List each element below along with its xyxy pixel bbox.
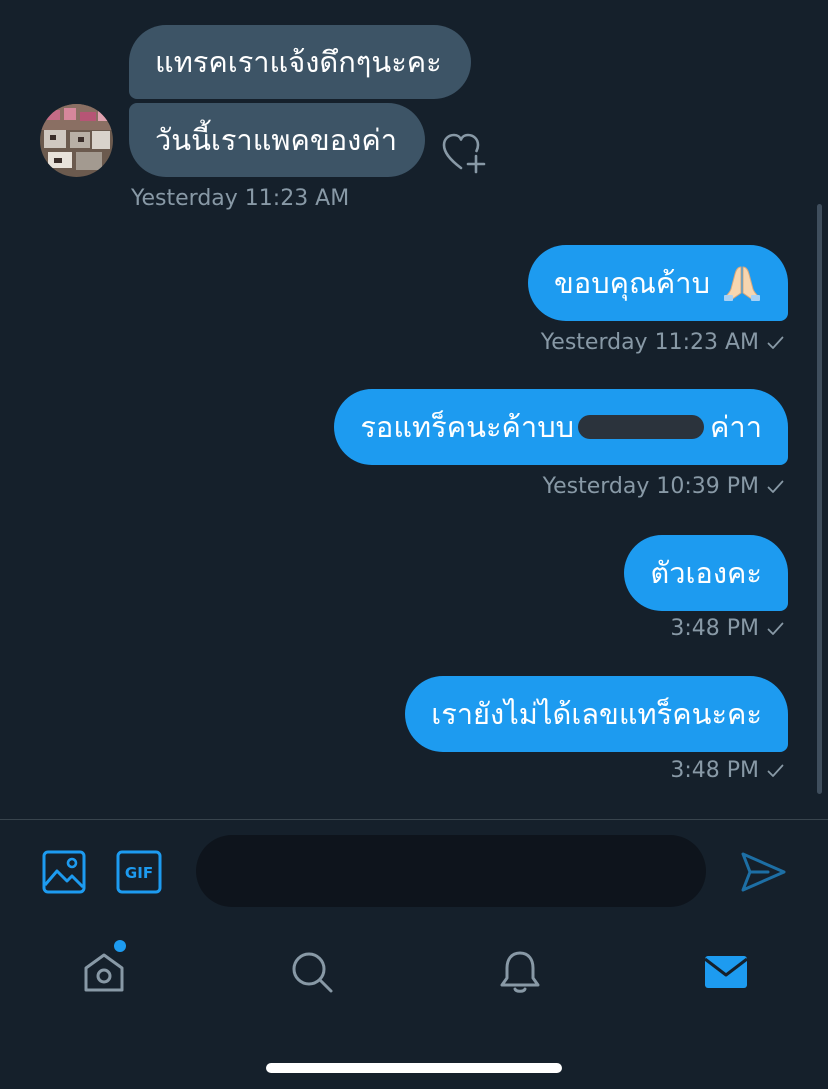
- outgoing-message-text: ตัวเองคะ: [650, 556, 762, 590]
- outgoing-message-bubble[interactable]: เรายังไม่ได้เลขแทร็คนะคะ: [405, 676, 788, 752]
- outgoing-message-bubble[interactable]: รอแทร็คนะค้าบบ ค่าา: [334, 389, 788, 465]
- incoming-message-bubble[interactable]: วันนี้เราแพคของค่า: [129, 103, 425, 177]
- dm-conversation-screen: แทรคเราแจ้งดึกๆนะคะ วันนี้เราแพคของค่า Y…: [0, 0, 828, 1089]
- mail-icon[interactable]: [702, 948, 750, 996]
- send-icon[interactable]: [738, 848, 788, 896]
- avatar[interactable]: [40, 104, 113, 177]
- gif-label: GIF: [125, 864, 153, 882]
- outgoing-message-text: เรายังไม่ได้เลขแทร็คนะคะ: [431, 697, 762, 731]
- incoming-message-text: วันนี้เราแพคของค่า: [155, 123, 397, 157]
- timestamp-text: Yesterday 11:23 AM: [540, 330, 759, 355]
- gif-button[interactable]: GIF: [116, 849, 162, 895]
- heart-plus-icon[interactable]: [440, 128, 490, 176]
- timestamp-text: 3:48 PM: [670, 758, 759, 783]
- home-indicator[interactable]: [266, 1063, 562, 1073]
- message-timestamp: Yesterday 10:39 PM: [543, 474, 784, 499]
- message-timestamp: Yesterday 11:23 AM: [131, 186, 350, 211]
- image-icon[interactable]: [41, 849, 87, 895]
- sent-check-icon: [767, 336, 784, 349]
- sent-check-icon: [767, 764, 784, 777]
- outgoing-message-bubble[interactable]: ตัวเองคะ: [624, 535, 788, 611]
- outgoing-message-text: รอแทร็คนะค้าบบ: [360, 410, 575, 444]
- outgoing-message-text: ค่าา: [710, 410, 762, 444]
- notification-dot: [114, 940, 126, 952]
- outgoing-message-text: ขอบคุณค้าบ: [553, 266, 710, 300]
- sent-check-icon: [767, 622, 784, 635]
- compose-divider: [0, 819, 828, 820]
- outgoing-message-bubble[interactable]: ขอบคุณค้าบ: [527, 245, 788, 321]
- bell-icon[interactable]: [496, 948, 544, 996]
- message-input[interactable]: [196, 835, 706, 907]
- incoming-message-text: แทรคเราแจ้งดึกๆนะคะ: [155, 45, 442, 79]
- search-icon[interactable]: [288, 948, 336, 996]
- avatar-image: [40, 104, 113, 177]
- folded-hands-emoji-icon: [724, 266, 760, 301]
- timestamp-text: 3:48 PM: [670, 616, 759, 641]
- timestamp-text: Yesterday 10:39 PM: [542, 474, 759, 499]
- message-timestamp: Yesterday 11:23 AM: [541, 330, 784, 355]
- redacted-text: [578, 415, 705, 439]
- sent-check-icon: [767, 480, 784, 493]
- scrollbar[interactable]: [817, 204, 822, 794]
- incoming-message-bubble[interactable]: แทรคเราแจ้งดึกๆนะคะ: [129, 25, 471, 99]
- message-timestamp: 3:48 PM: [670, 758, 784, 783]
- home-icon[interactable]: [80, 948, 128, 996]
- message-timestamp: 3:48 PM: [670, 616, 784, 641]
